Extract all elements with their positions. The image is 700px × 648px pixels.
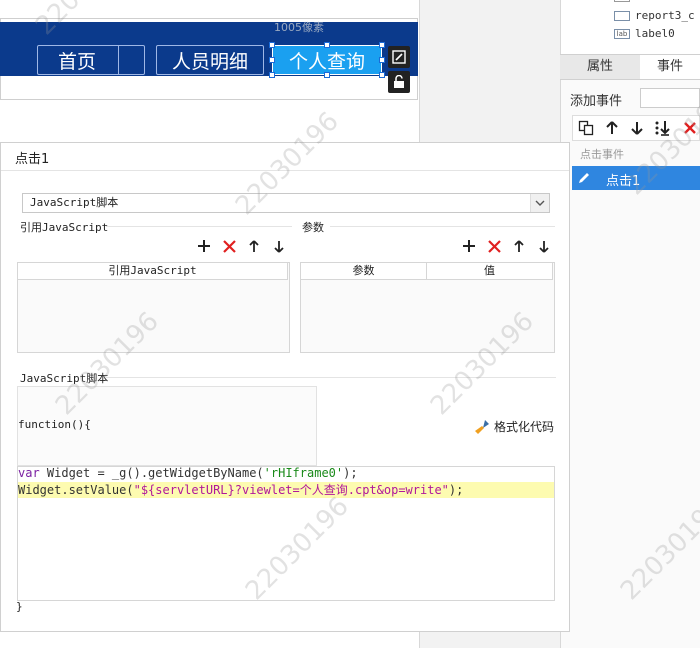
resize-handle[interactable]	[269, 72, 275, 78]
delete-icon	[487, 239, 501, 253]
edit-event-icon-wrap	[572, 166, 596, 190]
code-text: );	[343, 466, 358, 480]
resize-handle[interactable]	[324, 42, 330, 48]
edit-widget-button[interactable]	[388, 46, 410, 68]
dialog-title: 点击1	[15, 152, 50, 167]
function-open-text: function(){	[18, 418, 91, 431]
divider	[106, 226, 292, 227]
tree-item-clipped	[614, 0, 694, 4]
params-section-label: 参数	[302, 221, 324, 234]
pencil-icon	[579, 173, 589, 183]
delete-param-button[interactable]	[485, 237, 503, 255]
code-string: 'rHIframe0'	[263, 466, 344, 480]
code-line-2: Widget.setValue("${servletURL}?viewlet=个…	[18, 482, 463, 498]
nav-staff-label: 人员明细	[171, 50, 248, 73]
tree-item-label: label0	[635, 27, 675, 40]
move-down-button[interactable]	[627, 118, 647, 138]
format-code-label: 格式化代码	[494, 420, 555, 434]
arrow-up-icon	[514, 239, 524, 252]
nav-home-divider	[118, 46, 119, 74]
label-icon: lab	[614, 28, 630, 39]
nav-query-label: 个人查询	[288, 50, 365, 73]
add-event-label: 添加事件	[570, 94, 623, 109]
nav-home-label: 首页	[58, 50, 97, 73]
move-up-button[interactable]	[602, 118, 622, 138]
add-param-button[interactable]	[460, 237, 478, 255]
tree-item[interactable]: lab label0	[614, 27, 675, 40]
nav-staff-button[interactable]: 人员明细	[156, 45, 264, 75]
delete-ref-js-button[interactable]	[220, 237, 238, 255]
arrow-down-icon	[274, 240, 284, 253]
textbox-icon	[614, 10, 630, 21]
resize-handle[interactable]	[379, 72, 385, 78]
divider	[330, 226, 555, 227]
chevron-down-icon	[535, 200, 545, 206]
copy-event-button[interactable]	[576, 118, 596, 138]
arrow-up-icon	[249, 239, 259, 252]
move-up-ref-js-button[interactable]	[245, 237, 263, 255]
event-section-label: 点击事件	[580, 148, 624, 161]
nav-query-button[interactable]: 个人查询	[272, 45, 382, 75]
script-type-select[interactable]: JavaScript脚本	[22, 193, 550, 213]
plus-icon	[198, 240, 210, 252]
move-up-param-button[interactable]	[510, 237, 528, 255]
arrow-down-icon	[539, 240, 549, 253]
function-close-text: }	[16, 600, 23, 613]
move-down-param-button[interactable]	[535, 237, 553, 255]
add-ref-js-button[interactable]	[195, 237, 213, 255]
move-down-ref-js-button[interactable]	[270, 237, 288, 255]
code-text: Widget = _g().getWidgetByName(	[39, 466, 264, 480]
edit-icon	[392, 50, 406, 64]
code-string: "${servletURL}?viewlet=个人查询.cpt&op=write…	[133, 483, 449, 497]
nav-home-button[interactable]: 首页	[37, 45, 145, 75]
code-text: Widget.setValue(	[18, 483, 134, 497]
resize-handle[interactable]	[379, 42, 385, 48]
resize-handle[interactable]	[269, 42, 275, 48]
delete-icon	[222, 239, 236, 253]
add-event-select[interactable]	[640, 88, 700, 108]
arrow-up-icon	[606, 121, 618, 134]
resize-handle[interactable]	[269, 57, 275, 63]
format-code-button[interactable]: 格式化代码	[474, 418, 554, 435]
tab-properties[interactable]: 属性	[560, 55, 640, 79]
arrow-down-icon	[631, 122, 643, 135]
ref-js-section-label: 引用JavaScript	[20, 221, 109, 234]
broom-icon	[475, 419, 489, 434]
code-line-1: var Widget = _g().getWidgetByName('rHIfr…	[18, 465, 358, 481]
tree-item[interactable]: report3_c	[614, 9, 695, 22]
tab-events[interactable]: 事件	[640, 55, 700, 79]
resize-handle[interactable]	[379, 57, 385, 63]
dropdown-button[interactable]	[530, 194, 549, 212]
tree-item-label: report3_c	[635, 9, 695, 22]
resize-handle[interactable]	[324, 72, 330, 78]
size-label: 1005像素	[274, 21, 324, 34]
plus-icon	[463, 240, 475, 252]
lock-widget-button[interactable]	[388, 71, 410, 93]
params-table-header-name[interactable]: 参数	[300, 262, 427, 280]
copy-icon	[578, 120, 594, 136]
ref-js-table-header[interactable]: 引用JavaScript	[17, 262, 288, 280]
code-keyword: var	[18, 466, 40, 480]
unlock-icon	[394, 75, 404, 88]
params-table-header-value[interactable]: 值	[426, 262, 553, 280]
code-text: );	[448, 483, 464, 497]
